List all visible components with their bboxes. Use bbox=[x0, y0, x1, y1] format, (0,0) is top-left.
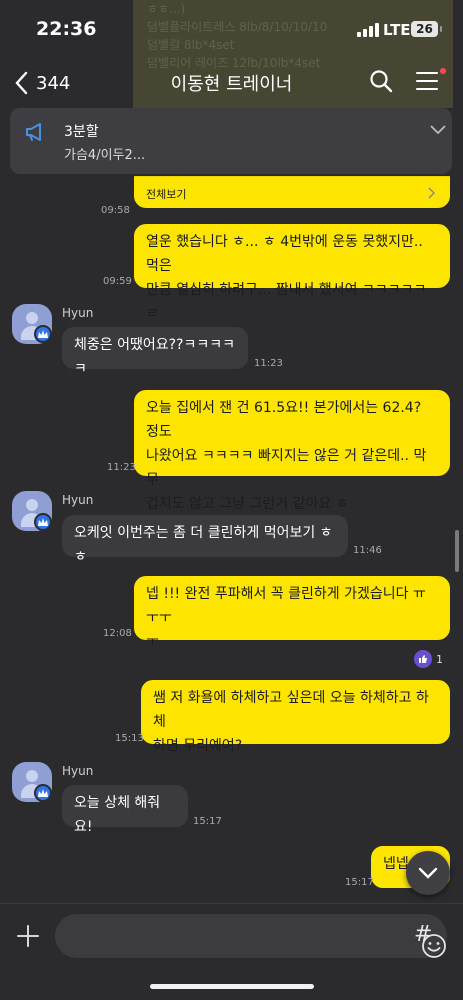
crown-badge-icon bbox=[34, 513, 52, 531]
their-message-bubble[interactable]: 오케잇 이번주는 좀 더 클린하게 먹어보기 ㅎㅎ bbox=[62, 515, 348, 565]
signal-icon bbox=[357, 23, 379, 37]
chat-header: 344 이동현 트레이너 bbox=[0, 58, 463, 106]
message-time: 15:17 bbox=[345, 877, 374, 888]
message-time: 09:58 bbox=[101, 205, 130, 216]
my-message-bubble[interactable]: 넵 !!! 완전 푸파해서 꼭 클린하게 가겠습니다 ㅠㅜㅜ ㅜ bbox=[134, 576, 450, 650]
crown-badge-icon bbox=[34, 325, 52, 343]
hash-icon[interactable]: # bbox=[414, 922, 432, 947]
battery-cap bbox=[440, 26, 442, 32]
megaphone-icon bbox=[26, 123, 41, 141]
notice-title: 3분할 bbox=[64, 124, 99, 140]
full-view-button[interactable]: 전체보기 bbox=[134, 176, 450, 208]
notification-dot bbox=[440, 68, 446, 74]
search-icon[interactable] bbox=[368, 68, 394, 94]
chevron-down-icon bbox=[418, 867, 438, 879]
message-time: 15:17 bbox=[193, 816, 222, 827]
chevron-down-icon[interactable] bbox=[430, 124, 446, 136]
sender-name: Hyun bbox=[62, 764, 94, 778]
battery-icon: 26 bbox=[411, 21, 438, 37]
my-message-bubble[interactable]: 쌤 저 화욜에 하체하고 싶은데 오늘 하체하고 하체 하면 무리예여? bbox=[141, 680, 450, 754]
my-message-bubble[interactable]: 열운 했습니다 ㅎ... ㅎ 4번밖에 운동 못했지만.. 먹은 만큼 열심히 … bbox=[134, 224, 450, 322]
status-time: 22:36 bbox=[36, 18, 97, 40]
back-button[interactable]: 344 bbox=[14, 68, 74, 98]
status-bar: 22:36 LTE 26 bbox=[0, 0, 463, 58]
message-time: 11:46 bbox=[353, 545, 382, 556]
notice-body: 가슴4/이두2... bbox=[64, 148, 146, 163]
their-message-bubble[interactable]: 체중은 어땠어요??ㅋㅋㅋㅋㅋ bbox=[62, 327, 248, 377]
message-time: 11:23 bbox=[254, 358, 283, 369]
scrollbar[interactable] bbox=[455, 530, 459, 572]
divider bbox=[134, 176, 450, 177]
thumbs-up-icon bbox=[414, 650, 432, 668]
my-message-bubble[interactable]: 오늘 집에서 잰 건 61.5요!! 본가에서는 62.4? 정도 나왔어요 ㅋ… bbox=[134, 390, 450, 512]
menu-icon[interactable] bbox=[414, 70, 444, 94]
reaction-count: 1 bbox=[436, 652, 443, 666]
unread-count: 344 bbox=[36, 72, 71, 94]
message-time: 12:08 bbox=[103, 628, 132, 639]
full-view-label: 전체보기 bbox=[146, 188, 187, 201]
message-time: 09:59 bbox=[103, 276, 132, 287]
plus-icon[interactable] bbox=[16, 924, 40, 948]
sender-name: Hyun bbox=[62, 306, 94, 320]
network-type: LTE bbox=[383, 21, 411, 39]
reaction-badge[interactable]: 1 bbox=[414, 650, 443, 668]
message-time: 15:13 bbox=[115, 733, 144, 744]
message-input[interactable] bbox=[55, 914, 447, 958]
crown-badge-icon bbox=[34, 784, 52, 802]
home-indicator bbox=[150, 984, 314, 989]
chevron-right-icon bbox=[428, 187, 435, 199]
sender-name: Hyun bbox=[62, 493, 94, 507]
message-time: 11:23 bbox=[107, 462, 136, 473]
scroll-to-bottom-button[interactable] bbox=[406, 851, 450, 895]
their-message-bubble[interactable]: 오늘 상체 해줘요! bbox=[62, 785, 188, 835]
pinned-notice[interactable]: 3분할 가슴4/이두2... bbox=[10, 108, 452, 174]
back-chevron-icon bbox=[15, 71, 28, 95]
